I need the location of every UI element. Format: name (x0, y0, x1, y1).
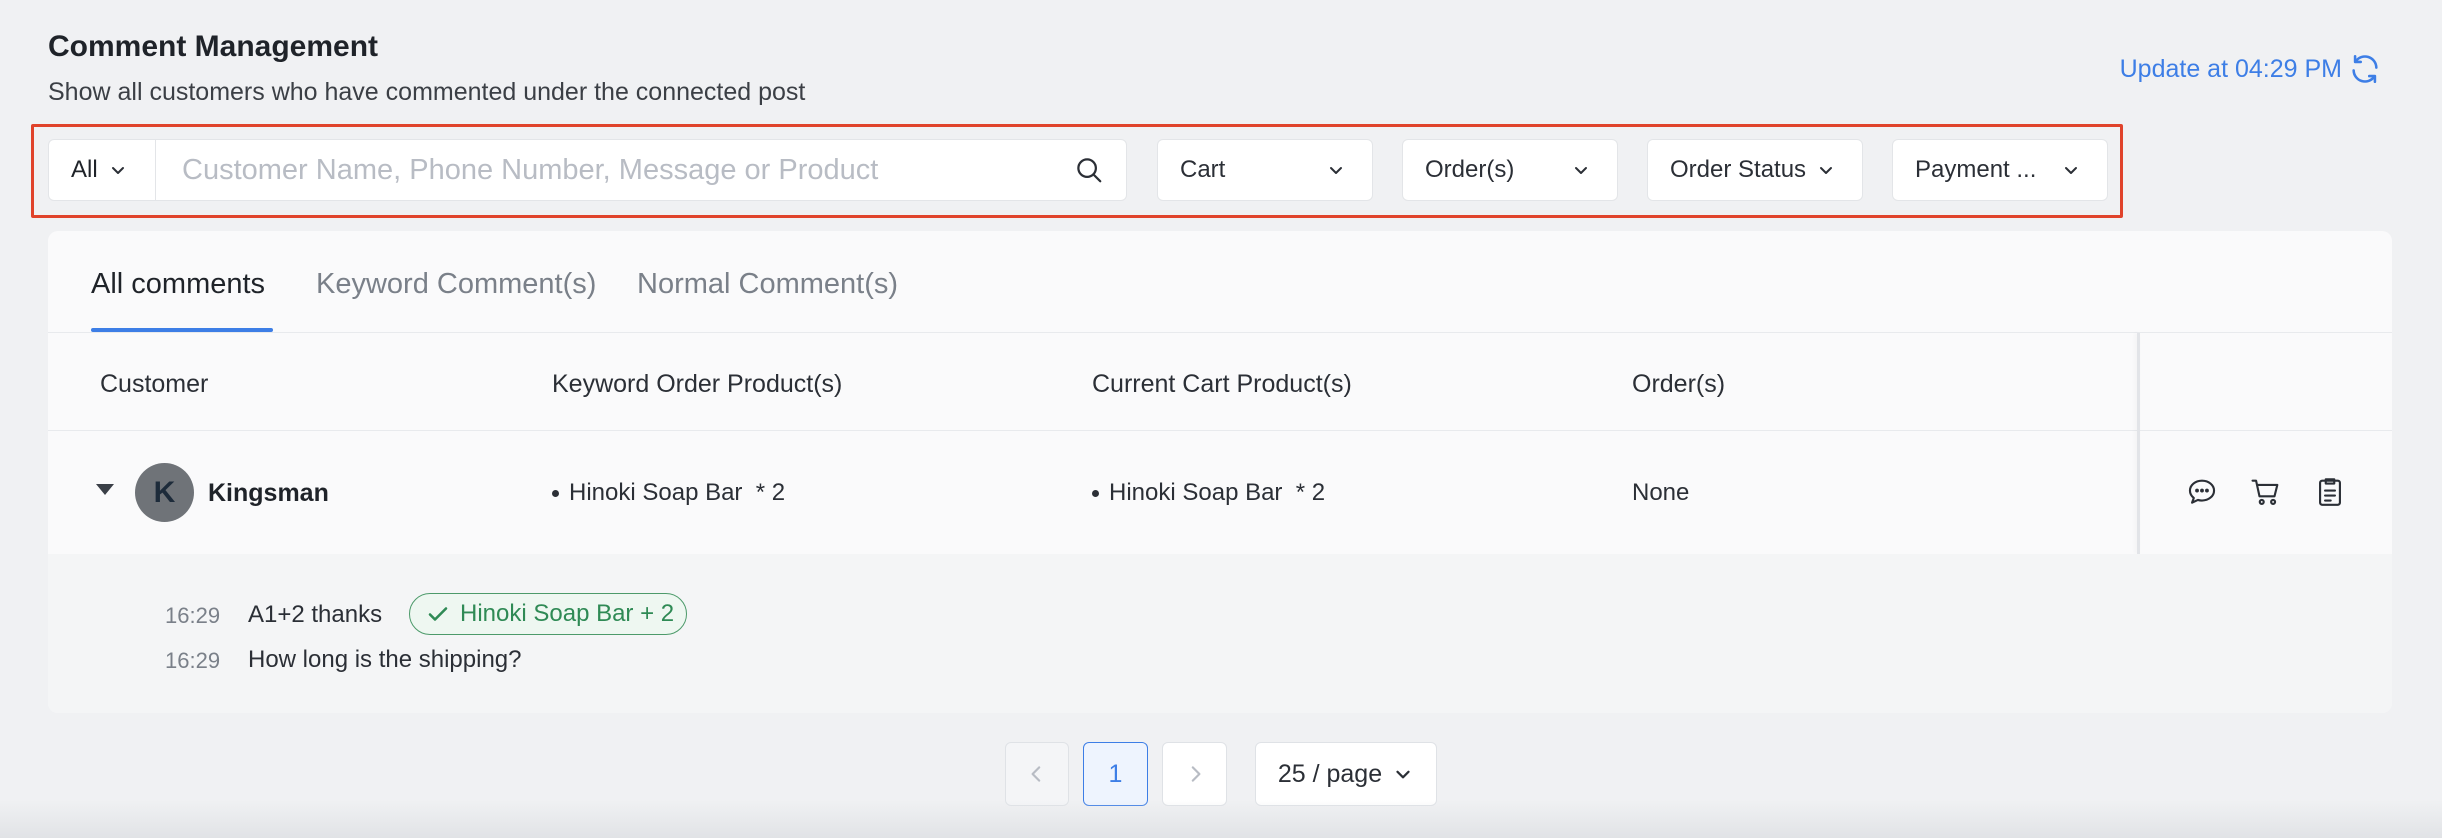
next-page-button[interactable] (1162, 742, 1227, 806)
orders-filter-label: Order(s) (1425, 156, 1515, 183)
payment-filter-label: Payment ... (1915, 156, 2037, 183)
header-divider (48, 430, 2392, 431)
chevron-right-icon (1191, 766, 1200, 782)
comment-time: 16:29 (165, 648, 221, 673)
chevron-down-icon (1820, 167, 1832, 174)
tab-normal-comments[interactable]: Normal Comment(s) (637, 268, 898, 301)
order-document-icon[interactable] (2313, 475, 2347, 509)
keyword-product-text: Hinoki Soap Bar * 2 (569, 479, 786, 506)
comment-time: 16:29 (165, 603, 221, 628)
refresh-icon (2352, 54, 2378, 84)
orders-filter-dropdown[interactable]: Order(s) (1402, 139, 1618, 201)
matched-product-label: Hinoki Soap Bar + 2 (460, 600, 675, 627)
cart-product-item: Hinoki Soap Bar * 2 (1092, 479, 1325, 507)
column-header-keyword-products: Keyword Order Product(s) (552, 370, 843, 398)
payment-filter-dropdown[interactable]: Payment ... (1892, 139, 2108, 201)
previous-page-button[interactable] (1005, 742, 1069, 806)
column-header-customer: Customer (100, 370, 209, 398)
check-icon (428, 607, 448, 621)
cart-filter-label: Cart (1180, 156, 1226, 183)
avatar: K (135, 463, 194, 522)
bullet-icon (552, 489, 559, 497)
customer-name[interactable]: Kingsman (208, 479, 329, 508)
tabs-divider (48, 332, 2392, 333)
tab-keyword-comments[interactable]: Keyword Comment(s) (316, 268, 596, 301)
update-button[interactable]: Update at 04:29 PM (2120, 52, 2382, 86)
search-input[interactable] (182, 153, 1062, 187)
cart-filter-dropdown[interactable]: Cart (1157, 139, 1373, 201)
cart-icon[interactable] (2249, 475, 2283, 509)
page-subtitle: Show all customers who have commented un… (48, 78, 806, 106)
message-icon[interactable] (2185, 475, 2219, 509)
expanded-comments-panel (48, 554, 2392, 713)
order-status-filter-dropdown[interactable]: Order Status (1647, 139, 1863, 201)
page-size-select[interactable]: 25 / page (1255, 742, 1437, 806)
chevron-down-icon (111, 167, 124, 174)
comment-text: How long is the shipping? (248, 646, 522, 673)
update-label: Update at 04:29 PM (2119, 54, 2342, 83)
orders-value: None (1632, 479, 1690, 506)
chevron-down-icon (1396, 770, 1410, 779)
bullet-icon (1092, 489, 1099, 497)
chevron-down-icon (1330, 167, 1342, 174)
search-icon[interactable] (1074, 155, 1104, 185)
order-status-filter-label: Order Status (1670, 156, 1807, 183)
fixed-column-separator (2137, 333, 2140, 554)
bottom-shadow (0, 800, 2442, 838)
chevron-down-icon (2065, 167, 2077, 174)
expand-row-toggle[interactable] (96, 484, 114, 495)
page-number-button[interactable]: 1 (1083, 742, 1148, 806)
cart-product-text: Hinoki Soap Bar * 2 (1109, 479, 1326, 506)
comment-text: A1+2 thanks (248, 601, 383, 628)
page-size-value: 25 / page (1277, 759, 1383, 788)
scope-select[interactable]: All (48, 139, 156, 201)
column-header-orders: Order(s) (1632, 370, 1726, 398)
scope-select-value: All (71, 156, 98, 183)
tab-all-comments[interactable]: All comments (91, 268, 265, 301)
chevron-down-icon (1575, 167, 1587, 174)
page-title: Comment Management (48, 30, 379, 63)
chevron-left-icon (1031, 766, 1041, 782)
column-header-cart-products: Current Cart Product(s) (1092, 370, 1352, 398)
search-box (155, 139, 1127, 201)
matched-product-tag: Hinoki Soap Bar + 2 (409, 593, 688, 635)
keyword-product-item: Hinoki Soap Bar * 2 (552, 479, 785, 507)
